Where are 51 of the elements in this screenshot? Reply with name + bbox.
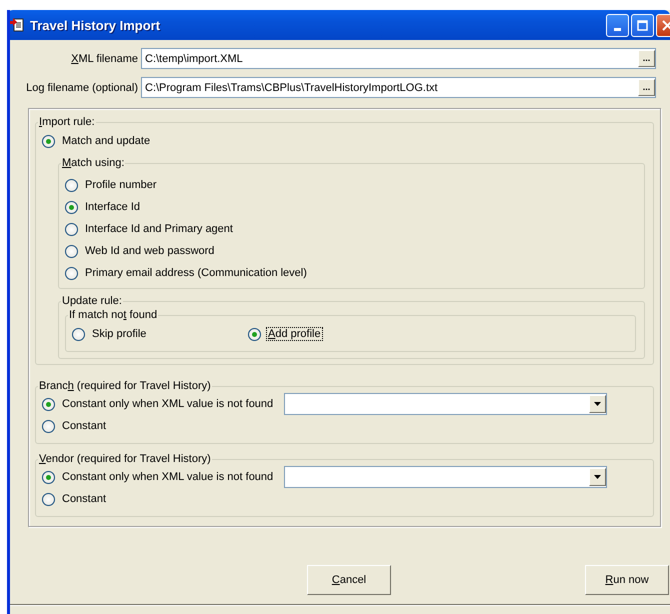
radio-button[interactable] (42, 134, 55, 148)
radio-option[interactable]: Skip profile (72, 323, 248, 345)
dialog-button[interactable]: Run now (585, 565, 669, 595)
group-label: Branch (required for Travel History) (38, 380, 212, 392)
group-label: Update rule: (61, 295, 123, 307)
dropdown-field[interactable] (284, 393, 608, 415)
radio-option[interactable]: Add profile (248, 323, 627, 345)
radio-button[interactable] (248, 328, 261, 340)
dropdown-field[interactable] (284, 466, 608, 488)
radio-option[interactable]: Match and update (42, 130, 645, 152)
radio-button[interactable] (65, 200, 78, 214)
group-label: Match using: (61, 157, 126, 169)
group-label: Import rule: (38, 116, 96, 128)
radio-option[interactable]: Constant (42, 488, 108, 510)
close-icon (662, 20, 670, 30)
dialog-button[interactable]: Cancel (307, 565, 391, 595)
browse-button[interactable]: ... (638, 50, 655, 67)
radio-button[interactable] (65, 178, 78, 192)
dropdown-button[interactable] (589, 468, 606, 486)
document-icon (10, 17, 25, 33)
radio-option[interactable]: Constant (42, 415, 108, 437)
radio-button[interactable] (42, 470, 55, 484)
radio-button[interactable] (65, 222, 78, 236)
field-label: Log filename (optional) (25, 82, 139, 94)
radio-button[interactable] (42, 398, 55, 410)
radio-button[interactable] (65, 244, 78, 258)
minimize-button[interactable] (606, 14, 629, 36)
caret-icon (594, 402, 602, 406)
radio-button[interactable] (42, 420, 55, 432)
radio-option[interactable]: Interface Id (65, 196, 636, 218)
radio-button[interactable] (42, 492, 55, 506)
radio-button[interactable] (65, 266, 78, 280)
dropdown-button[interactable] (589, 395, 606, 413)
filename-field[interactable]: C:\Program Files\Trams\CBPlus\TravelHistoryImportLOG.txt ... (141, 77, 656, 98)
browse-button[interactable]: ... (638, 79, 655, 96)
filename-field[interactable]: C:\temp\import.XML ... (141, 48, 656, 69)
radio-option[interactable]: Primary email address (Communication level) (65, 262, 636, 284)
caret-icon (594, 475, 602, 479)
window-title: Travel History Import (30, 18, 160, 32)
radio-option[interactable]: Profile number (65, 174, 636, 196)
field-label: XML filename (70, 52, 139, 64)
radio-option[interactable]: Web Id and web password (65, 240, 636, 262)
radio-option[interactable]: Constant only when XML value is not found (42, 393, 274, 415)
group-label: If match not found (68, 309, 158, 321)
maximize-icon (637, 20, 648, 30)
radio-button[interactable] (72, 328, 85, 340)
radio-option[interactable]: Constant only when XML value is not found (42, 466, 274, 488)
minimize-icon (614, 28, 621, 31)
maximize-button[interactable] (631, 14, 654, 36)
radio-option[interactable]: Interface Id and Primary agent (65, 218, 636, 240)
group-label: Vendor (required for Travel History) (38, 453, 212, 465)
